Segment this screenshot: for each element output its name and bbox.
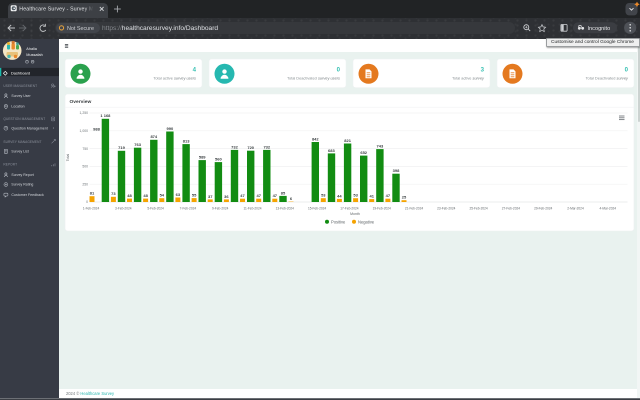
svg-text:Total: Total [66,154,70,162]
svg-text:4-Mar-2024: 4-Mar-2024 [600,206,617,210]
svg-text:500: 500 [82,165,88,169]
svg-text:11-Feb-2024: 11-Feb-2024 [243,206,261,210]
svg-text:821: 821 [344,138,351,143]
svg-text:47: 47 [256,193,261,198]
svg-text:48: 48 [143,193,148,198]
svg-text:732: 732 [263,144,270,149]
svg-text:Ahalia: Ahalia [26,47,37,51]
svg-text:813: 813 [183,139,190,144]
svg-text:398: 398 [393,168,400,173]
svg-text:36: 36 [224,194,229,199]
svg-text:1,000: 1,000 [80,129,89,133]
svg-text:1 168: 1 168 [100,113,111,118]
svg-text:Total active survey: Total active survey [452,75,485,80]
svg-text:Survey List: Survey List [11,149,28,153]
svg-text:Negative: Negative [358,219,375,224]
svg-text:250: 250 [82,182,88,186]
svg-text:63: 63 [176,192,181,197]
svg-text:27-Feb-2024: 27-Feb-2024 [502,206,520,210]
svg-text:47: 47 [386,193,391,198]
svg-text:73: 73 [111,191,116,196]
svg-text:48: 48 [127,193,132,198]
svg-text:Location: Location [11,105,24,109]
svg-text:41: 41 [369,194,374,199]
svg-text:720: 720 [247,145,254,150]
svg-text:19-Feb-2024: 19-Feb-2024 [373,206,391,210]
svg-text:750: 750 [82,147,88,151]
svg-text:0: 0 [86,200,88,204]
svg-text:Healthcare Survey - Survey M: Healthcare Survey - Survey M [19,7,93,13]
svg-text:53: 53 [353,193,358,198]
svg-text:719: 719 [118,145,125,150]
svg-text:842: 842 [312,136,319,141]
svg-text:SURVEY MANAGEMENT: SURVEY MANAGEMENT [3,140,41,144]
svg-text:589: 589 [199,155,206,160]
svg-text:560: 560 [215,157,222,162]
svg-text:REPORT: REPORT [3,163,17,167]
svg-text:81: 81 [90,191,95,196]
svg-text:85: 85 [281,190,286,195]
svg-text:988: 988 [93,126,100,131]
svg-text:Incognito: Incognito [588,26,611,32]
svg-text:9-Feb-2024: 9-Feb-2024 [212,206,229,210]
svg-text:1,250: 1,250 [80,111,89,115]
svg-text:874: 874 [150,134,157,139]
svg-text:44: 44 [337,193,342,198]
svg-text:Mussafah: Mussafah [26,53,42,57]
svg-text:Question Management: Question Management [11,127,47,131]
svg-text:652: 652 [360,150,367,155]
svg-text:743: 743 [377,144,384,149]
svg-text:1-Feb-2024: 1-Feb-2024 [83,206,100,210]
svg-text:Month: Month [350,212,360,216]
svg-text:37: 37 [208,194,213,199]
svg-text:15-Feb-2024: 15-Feb-2024 [308,206,326,210]
svg-text:Positive: Positive [331,219,346,224]
svg-text:7-Feb-2024: 7-Feb-2024 [180,206,197,210]
svg-text:USER MANAGEMENT: USER MANAGEMENT [3,84,37,88]
svg-text:Customer Feedback: Customer Feedback [11,193,44,197]
svg-text:Survey Report: Survey Report [11,173,33,177]
svg-text:54: 54 [160,193,165,198]
svg-text:Survey User: Survey User [11,94,31,98]
svg-text:683: 683 [328,148,335,153]
svg-text:QUESTION MANAGEMENT: QUESTION MANAGEMENT [3,117,45,121]
svg-text:Overview: Overview [70,99,92,105]
svg-text:47: 47 [273,193,278,198]
svg-text:2-Mar-2024: 2-Mar-2024 [567,206,584,210]
svg-text:21-Feb-2024: 21-Feb-2024 [405,206,423,210]
svg-text:29-Feb-2024: 29-Feb-2024 [534,206,552,210]
svg-text:Not Secure: Not Secure [67,26,94,32]
svg-text:990: 990 [167,126,174,131]
svg-text:13-Feb-2024: 13-Feb-2024 [276,206,294,210]
svg-text:17-Feb-2024: 17-Feb-2024 [340,206,358,210]
svg-text:25-Feb-2024: 25-Feb-2024 [469,206,487,210]
svg-text:53: 53 [321,193,326,198]
svg-text:Survey Rating: Survey Rating [11,183,33,187]
svg-text:Total Deactivated survey users: Total Deactivated survey users [287,75,340,80]
svg-text:Total Deactivated survey: Total Deactivated survey [586,75,629,80]
svg-text:3-Feb-2024: 3-Feb-2024 [115,206,132,210]
svg-text:2024 © Healthcare Survey: 2024 © Healthcare Survey [66,391,115,396]
svg-text:47: 47 [240,193,245,198]
svg-text:Dashboard: Dashboard [11,70,30,75]
svg-text:732: 732 [231,144,238,149]
svg-text:https://healthcaresurvey.info/: https://healthcaresurvey.info/Dashboard [102,25,218,32]
svg-text:Total active survey users: Total active survey users [153,75,196,80]
svg-text:25: 25 [402,195,407,200]
svg-text:55: 55 [192,193,197,198]
svg-text:23-Feb-2024: 23-Feb-2024 [437,206,455,210]
svg-text:763: 763 [134,142,141,147]
svg-text:5-Feb-2024: 5-Feb-2024 [147,206,164,210]
